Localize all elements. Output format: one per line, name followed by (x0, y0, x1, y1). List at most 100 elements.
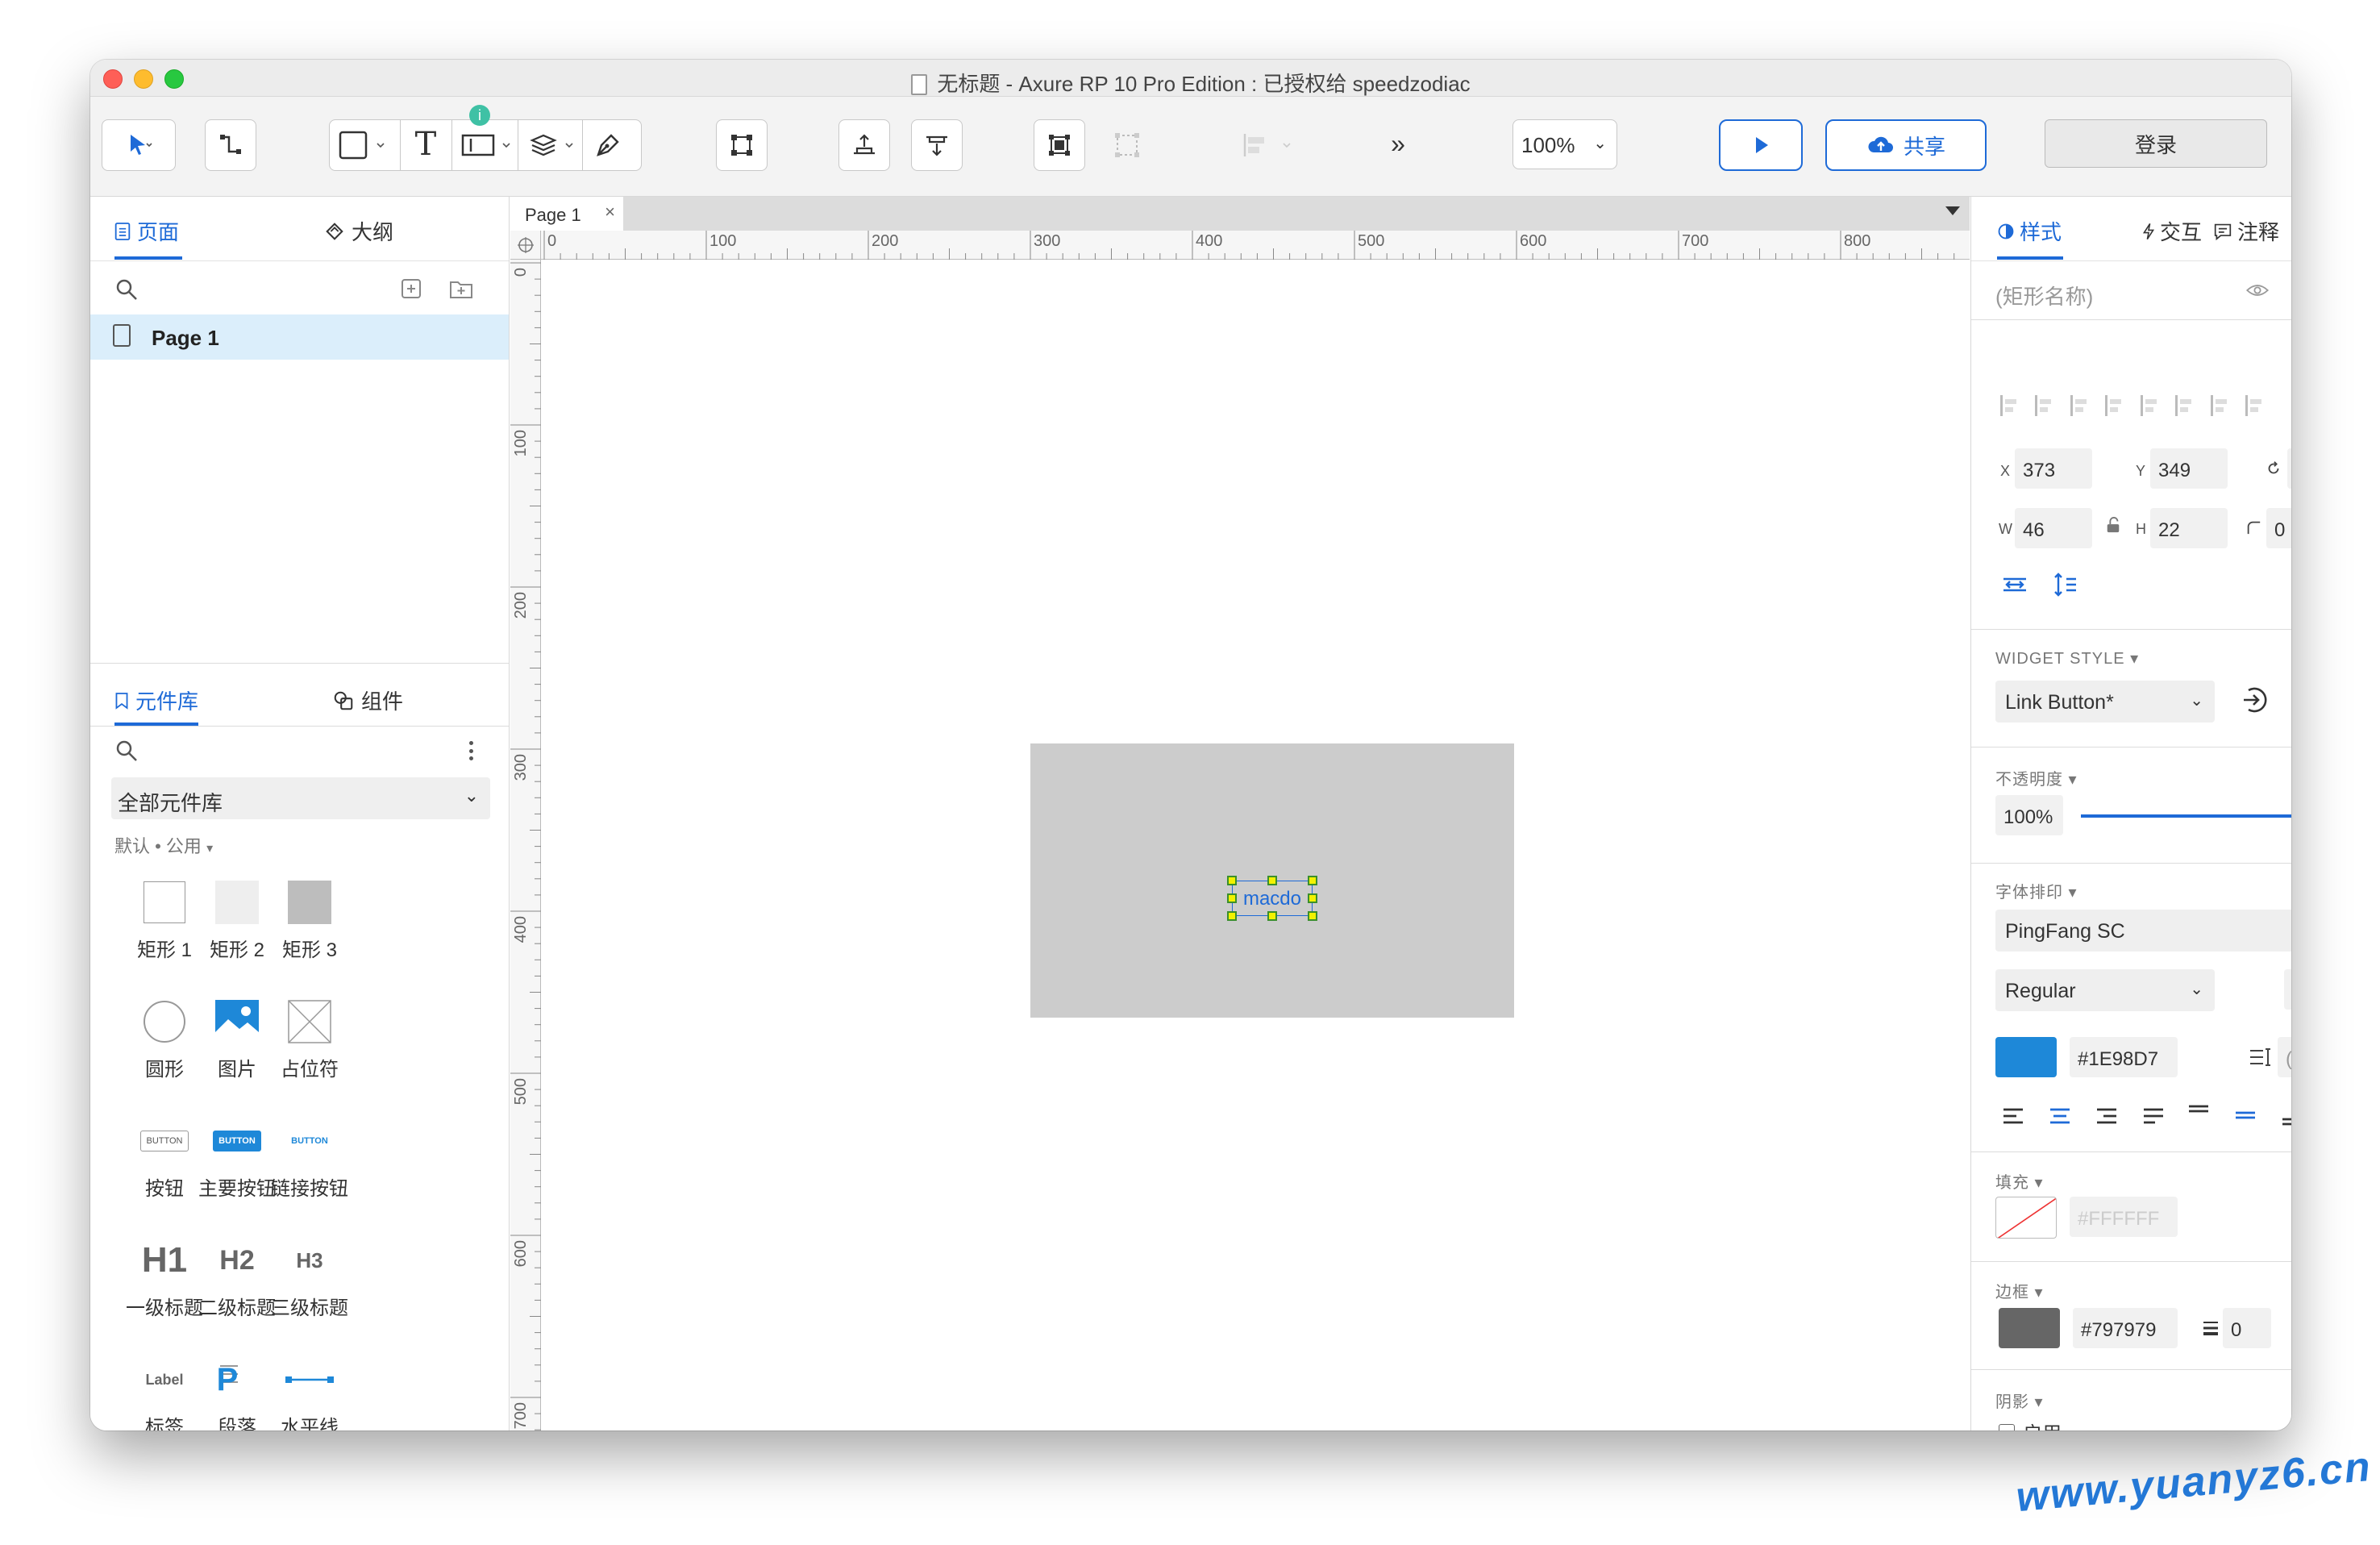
tab-style[interactable]: 样式 (1997, 216, 2062, 246)
opacity-input[interactable]: 100% (1995, 795, 2063, 835)
font-color-swatch[interactable] (1995, 1037, 2057, 1077)
resize-handle[interactable] (1227, 876, 1237, 885)
valign-middle-icon[interactable] (2232, 1103, 2258, 1129)
tab-outline[interactable]: 大纲 (324, 216, 393, 246)
add-page-button[interactable] (400, 277, 422, 304)
line-height-input[interactable]: (auto) (2278, 1037, 2291, 1077)
distribute-horizontal-icon[interactable] (2210, 395, 2232, 416)
border-header[interactable]: 边框 ▾ (1995, 1279, 2044, 1302)
tab-library[interactable]: 元件库 (114, 685, 198, 715)
ruler-corner[interactable] (510, 231, 541, 260)
text-align-left-icon[interactable] (2000, 1103, 2026, 1129)
apply-style-button[interactable] (2239, 684, 2271, 720)
preview-button[interactable] (1719, 119, 1803, 171)
valign-bottom-icon[interactable] (2279, 1103, 2291, 1129)
border-width-input[interactable]: 0 (2223, 1308, 2271, 1348)
connector-tool-button[interactable] (205, 119, 256, 171)
text-field-tool-button[interactable] (460, 129, 516, 161)
shape-name-input[interactable]: (矩形名称) (1995, 281, 2093, 310)
tab-notes[interactable]: 注释 (2213, 216, 2279, 246)
align-middle-icon[interactable] (2140, 395, 2162, 416)
text-align-right-icon[interactable] (2094, 1103, 2120, 1129)
valign-top-icon[interactable] (2186, 1103, 2211, 1129)
library-category[interactable]: 默认 • 公用 ▾ (114, 832, 213, 858)
page-tab[interactable]: Page 1 × (510, 197, 623, 231)
font-weight-select[interactable]: Regular ⌄ (1995, 969, 2215, 1011)
fill-header[interactable]: 填充 ▾ (1995, 1169, 2044, 1193)
library-select[interactable]: 全部元件库 ⌄ (111, 777, 490, 819)
widget-rect-gray[interactable]: 矩形 3 (261, 874, 358, 962)
align-bottom-icon[interactable] (2175, 395, 2196, 416)
tab-masters[interactable]: 组件 (332, 685, 403, 715)
lock-ratio-icon[interactable] (2105, 516, 2121, 538)
rotation-input[interactable]: 0° (2287, 448, 2291, 489)
opacity-slider-track[interactable] (2081, 814, 2291, 818)
align-top-icon[interactable] (2105, 395, 2126, 416)
widget-style-header[interactable]: WIDGET STYLE ▾ (1995, 648, 2139, 668)
height-input[interactable]: 22 (2150, 508, 2228, 548)
align-center-icon[interactable] (2035, 395, 2056, 416)
widget-style-select[interactable]: Link Button* ⌄ (1995, 681, 2215, 723)
auto-fit-height-icon[interactable] (2052, 571, 2081, 602)
text-tool-button[interactable]: T (408, 126, 443, 164)
visibility-toggle[interactable] (2245, 282, 2270, 302)
page-list-item[interactable]: Page 1 (90, 314, 509, 360)
ungroup-button[interactable] (1111, 129, 1150, 161)
resize-handle[interactable] (1267, 876, 1277, 885)
bring-front-button[interactable] (838, 119, 890, 171)
add-folder-button[interactable] (448, 277, 474, 304)
shadow-enable-checkbox[interactable]: 启用 (1999, 1418, 2062, 1430)
align-right-icon[interactable] (2070, 395, 2091, 416)
resize-handle[interactable] (1227, 893, 1237, 903)
fill-color-swatch[interactable] (1995, 1197, 2057, 1239)
resize-handle[interactable] (1308, 911, 1317, 921)
border-color-input[interactable]: #797979 (2073, 1308, 2178, 1348)
widget-hline[interactable]: 水平线 (261, 1351, 358, 1430)
font-color-input[interactable]: #1E98D7 (2070, 1037, 2178, 1077)
tab-interactions[interactable]: 交互 (2142, 216, 2202, 246)
point-edit-button[interactable] (716, 119, 768, 171)
canvas-area[interactable]: Page 1 × 0 100 200 300 400 500 600 700 800 0 100 20… (510, 197, 1970, 1430)
opacity-header[interactable]: 不透明度 ▾ (1995, 766, 2078, 789)
pen-tool-button[interactable] (592, 129, 637, 161)
y-input[interactable]: 349 (2150, 448, 2228, 489)
close-tab-icon[interactable]: × (605, 202, 615, 223)
distribute-vertical-icon[interactable] (2245, 395, 2266, 416)
search-library-button[interactable] (114, 739, 139, 767)
auto-fit-width-icon[interactable] (2000, 573, 2029, 601)
fill-color-input[interactable]: #FFFFFF (2070, 1197, 2178, 1237)
widget-placeholder[interactable]: 占位符 (261, 993, 358, 1081)
more-options-icon[interactable] (463, 739, 479, 763)
resize-handle[interactable] (1267, 911, 1277, 921)
align-dropdown-button[interactable] (1238, 129, 1303, 161)
font-size-input[interactable]: 13 (2284, 969, 2291, 1010)
text-align-center-icon[interactable] (2047, 1103, 2073, 1129)
tab-menu-icon[interactable] (1945, 206, 1960, 215)
share-button[interactable]: 共享 (1825, 119, 1987, 171)
more-tools-button[interactable]: » (1382, 129, 1414, 161)
resize-handle[interactable] (1308, 893, 1317, 903)
shadow-header[interactable]: 阴影 ▾ (1995, 1389, 2044, 1412)
resize-handle[interactable] (1227, 911, 1237, 921)
x-input[interactable]: 373 (2015, 448, 2092, 489)
widget-link-button[interactable]: BUTTON 链接按钮 (261, 1113, 358, 1201)
font-family-select[interactable]: PingFang SC⌄ (1995, 910, 2291, 952)
resize-handle[interactable] (1308, 876, 1317, 885)
align-left-icon[interactable] (2000, 395, 2021, 416)
layers-tool-button[interactable] (526, 129, 580, 161)
zoom-select[interactable]: 100% ⌄ (1512, 119, 1617, 169)
select-tool-button[interactable] (102, 119, 176, 171)
send-back-button[interactable] (911, 119, 963, 171)
corner-radius-input[interactable]: 0 (2266, 508, 2291, 548)
info-badge[interactable]: i (469, 105, 490, 126)
text-justify-icon[interactable] (2141, 1103, 2166, 1129)
search-pages-button[interactable] (114, 277, 139, 306)
widget-h3[interactable]: H3 三级标题 (261, 1232, 358, 1320)
login-button[interactable]: 登录 (2045, 119, 2267, 168)
group-button[interactable] (1034, 119, 1085, 171)
border-color-swatch[interactable] (1999, 1308, 2060, 1348)
width-input[interactable]: 46 (2015, 508, 2092, 548)
typography-header[interactable]: 字体排印 ▾ (1995, 879, 2078, 902)
rectangle-tool-button[interactable] (337, 129, 393, 161)
tab-pages[interactable]: 页面 (114, 216, 179, 246)
